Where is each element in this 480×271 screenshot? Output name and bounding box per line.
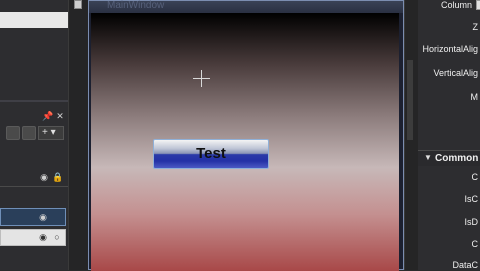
left-panel: 📌 ✕ + ▾ ◉ 🔒 ◉ ◉ ○	[0, 0, 68, 270]
crosshair-cursor-icon	[193, 70, 210, 87]
common-section-label: Common	[435, 153, 479, 164]
eye-icon[interactable]: ◉	[37, 232, 49, 244]
toolbar-button[interactable]	[6, 126, 20, 140]
properties-panel: Column Z HorizontalAlig VerticalAlig M ▼…	[418, 0, 480, 270]
property-label-horizontal-alignment: HorizontalAlig	[422, 44, 478, 54]
close-icon[interactable]: ✕	[54, 111, 66, 123]
lock-icon[interactable]: ○	[51, 232, 63, 244]
common-section-header[interactable]: ▼ Common	[418, 150, 480, 166]
column-value-field[interactable]	[476, 0, 480, 10]
window-title: MainWindow	[107, 0, 165, 11]
eye-icon[interactable]: ◉	[37, 212, 49, 224]
left-panel-divider	[0, 100, 68, 102]
lock-icon[interactable]: 🔒	[52, 172, 64, 184]
property-label-vertical-alignment: VerticalAlig	[433, 68, 478, 78]
tree-row[interactable]: ◉ ○	[0, 229, 66, 246]
add-button[interactable]: + ▾	[38, 126, 64, 140]
eye-icon[interactable]: ◉	[38, 172, 50, 184]
property-label-common-4: C	[471, 239, 479, 249]
property-label-common-5: DataC	[452, 260, 478, 270]
window-titlebar: MainWindow	[89, 0, 403, 13]
vertical-splitter[interactable]	[68, 0, 88, 270]
expand-triangle-icon[interactable]: ▼	[424, 153, 432, 162]
property-label-common-1: C	[471, 172, 479, 182]
design-canvas[interactable]: Test	[91, 13, 399, 271]
scrollbar-thumb[interactable]	[407, 60, 413, 140]
left-panel-separator	[0, 186, 68, 187]
pin-icon[interactable]: 📌	[42, 111, 54, 123]
property-label-z: Z	[472, 22, 479, 32]
tree-row-selected[interactable]: ◉	[0, 208, 66, 226]
property-label-common-2: IsC	[464, 194, 479, 204]
property-label-common-3: IsD	[464, 217, 479, 227]
property-label-column: Column	[440, 0, 472, 10]
toolbar-button-close[interactable]	[22, 126, 36, 140]
test-button[interactable]: Test	[153, 139, 269, 169]
document-icon	[74, 0, 82, 9]
property-label-margin: M	[470, 92, 479, 102]
design-surface-window: MainWindow Test	[88, 0, 404, 271]
left-panel-header-strip	[0, 12, 68, 28]
